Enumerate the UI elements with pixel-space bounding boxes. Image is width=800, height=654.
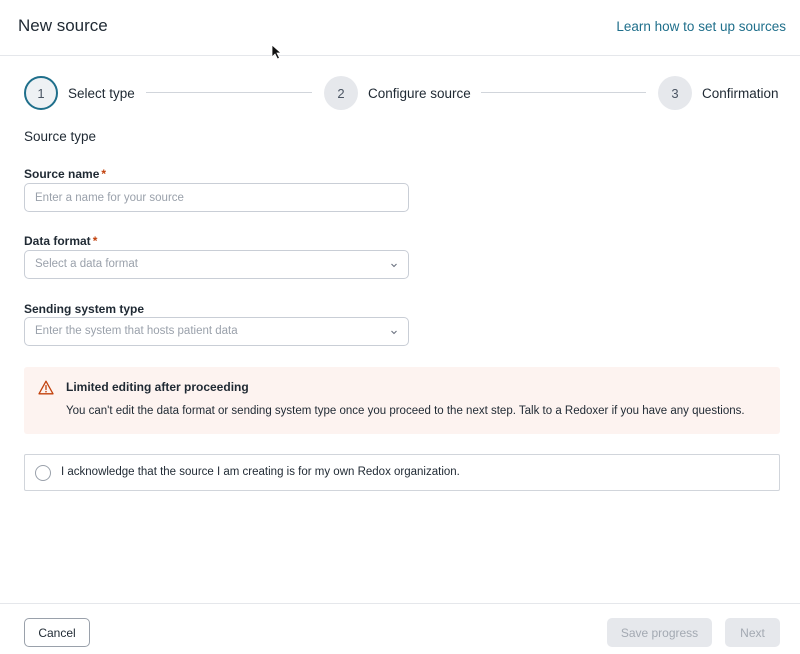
step-number: 1: [24, 76, 58, 110]
mouse-cursor-icon: [271, 44, 283, 60]
acknowledge-checkbox[interactable]: [35, 465, 51, 481]
step-label: Configure source: [368, 85, 471, 101]
required-mark: *: [92, 234, 98, 248]
data-format-label: Data format *: [24, 234, 98, 248]
warning-triangle-icon: [38, 380, 54, 395]
section-title: Source type: [24, 129, 97, 144]
sending-system-label: Sending system type: [24, 302, 145, 316]
cancel-button[interactable]: Cancel: [24, 618, 90, 647]
save-progress-button[interactable]: Save progress: [607, 618, 712, 647]
step-connector: [146, 92, 312, 93]
chevron-down-icon: [391, 330, 397, 335]
step-label: Confirmation: [702, 85, 779, 101]
required-mark: *: [101, 167, 107, 181]
step-connector: [481, 92, 646, 93]
progress-stepper: 1 Select type 2 Configure source 3 Confi…: [24, 76, 780, 110]
alert-body: You can't edit the data format or sendin…: [66, 405, 745, 417]
data-format-select[interactable]: Select a data format: [24, 250, 409, 279]
select-placeholder: Enter the system that hosts patient data: [35, 325, 238, 337]
page-header: New source Learn how to set up sources: [0, 0, 800, 56]
step-configure-source: 2 Configure source: [324, 76, 471, 110]
page-title: New source: [18, 16, 108, 35]
limited-editing-alert: Limited editing after proceeding You can…: [24, 367, 780, 434]
step-confirmation: 3 Confirmation: [658, 76, 779, 110]
alert-title: Limited editing after proceeding: [66, 380, 249, 394]
next-button[interactable]: Next: [725, 618, 780, 647]
step-select-type: 1 Select type: [24, 76, 135, 110]
chevron-down-icon: [391, 263, 397, 268]
acknowledge-row[interactable]: I acknowledge that the source I am creat…: [24, 454, 780, 491]
acknowledge-text: I acknowledge that the source I am creat…: [61, 466, 460, 478]
select-placeholder: Select a data format: [35, 258, 138, 270]
sending-system-select[interactable]: Enter the system that hosts patient data: [24, 317, 409, 346]
step-number: 3: [658, 76, 692, 110]
setup-help-link[interactable]: Learn how to set up sources: [616, 19, 786, 34]
step-number: 2: [324, 76, 358, 110]
page-footer: Cancel Save progress Next: [0, 603, 800, 654]
source-name-input[interactable]: [24, 183, 409, 212]
source-name-label: Source name *: [24, 167, 107, 181]
step-label: Select type: [68, 85, 135, 101]
